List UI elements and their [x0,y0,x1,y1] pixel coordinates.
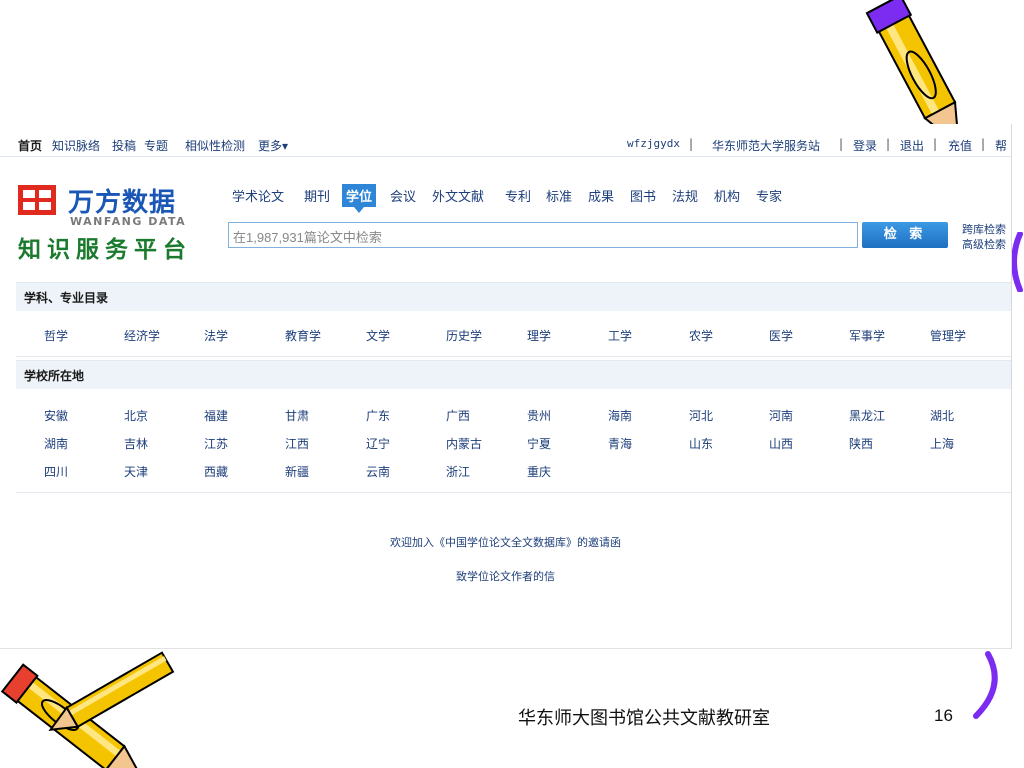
tab-institutions[interactable]: 机构 [714,184,740,207]
location-link[interactable]: 海南 [608,407,632,424]
nav-home[interactable]: 首页 [18,137,42,154]
location-link[interactable]: 辽宁 [366,435,390,452]
locations-section-header: 学校所在地 [16,360,1011,389]
subject-link[interactable]: 工学 [608,327,632,344]
location-link[interactable]: 甘肃 [285,407,309,424]
location-link[interactable]: 内蒙古 [446,435,482,452]
subject-link[interactable]: 理学 [527,327,551,344]
advanced-search-link[interactable]: 高级检索 [962,236,1006,252]
location-link[interactable]: 青海 [608,435,632,452]
location-link[interactable]: 浙江 [446,463,470,480]
wanfang-logo[interactable]: 万方数据 WANFANG DATA 知识服务平台 [18,182,218,264]
location-link[interactable]: 陕西 [849,435,873,452]
section-divider [16,492,1011,493]
logo-platform-name: 知识服务平台 [18,236,192,263]
help-link[interactable]: 帮 [995,137,1007,154]
location-link[interactable]: 广西 [446,407,470,424]
pencil-decoration-icon [0,651,175,768]
subject-link[interactable]: 文学 [366,327,390,344]
tab-conferences[interactable]: 会议 [390,184,416,207]
subject-link[interactable]: 农学 [689,327,713,344]
subject-link[interactable]: 军事学 [849,327,885,344]
location-link[interactable]: 山东 [689,435,713,452]
location-link[interactable]: 云南 [366,463,390,480]
tab-foreign-literature[interactable]: 外文文献 [432,184,484,207]
location-link[interactable]: 新疆 [285,463,309,480]
location-link[interactable]: 北京 [124,407,148,424]
logout-link[interactable]: 退出 [900,137,924,154]
login-link[interactable]: 登录 [853,137,877,154]
subject-link[interactable]: 法学 [204,327,228,344]
location-link[interactable]: 天津 [124,463,148,480]
location-link[interactable]: 吉林 [124,435,148,452]
search-input[interactable]: 在1,987,931篇论文中检索 [228,222,858,248]
tab-standards[interactable]: 标准 [546,184,572,207]
location-link[interactable]: 河北 [689,407,713,424]
subjects-section-header: 学科、专业目录 [16,282,1011,311]
slide-page-number: 16 [934,706,953,725]
nav-similarity-check[interactable]: 相似性检测 [185,137,245,154]
nav-more-dropdown[interactable]: 更多▾ [258,137,288,154]
tab-books[interactable]: 图书 [630,184,656,207]
tab-dissertations[interactable]: 学位 [342,184,377,213]
tab-patents[interactable]: 专利 [505,184,531,207]
location-link[interactable]: 宁夏 [527,435,551,452]
wanfang-logo-mark-icon [18,185,56,215]
section-divider [16,356,1011,357]
username: wfzjgydx [627,137,680,150]
tab-achievements[interactable]: 成果 [588,184,614,207]
location-link[interactable]: 河南 [769,407,793,424]
logo-chinese-name: 万方数据 [68,188,177,218]
subjects-heading: 学科、专业目录 [24,291,109,305]
nav-submission[interactable]: 投稿 [112,137,136,154]
service-station-link[interactable]: 华东师范大学服务站 [712,137,820,154]
logo-english-name: WANFANG DATA [70,215,187,228]
subject-link[interactable]: 历史学 [446,327,482,344]
locations-heading: 学校所在地 [24,369,85,383]
letter-to-authors-link[interactable]: 致学位论文作者的信 [0,568,1011,584]
decorative-arc-icon [973,651,998,719]
tab-academic-papers[interactable]: 学术论文 [232,184,284,207]
location-link[interactable]: 山西 [769,435,793,452]
location-link[interactable]: 重庆 [527,463,551,480]
cross-database-search-link[interactable]: 跨库检索 [962,221,1006,237]
location-link[interactable]: 湖南 [44,435,68,452]
location-link[interactable]: 广东 [366,407,390,424]
invitation-link[interactable]: 欢迎加入《中国学位论文全文数据库》的邀请函 [0,534,1011,550]
top-navigation-bar: 首页 知识脉络 投稿 专题 相似性检测 更多▾ wfzjgydx | 华东师范大… [0,134,1011,157]
recharge-link[interactable]: 充值 [948,137,972,154]
location-link[interactable]: 四川 [44,463,68,480]
location-link[interactable]: 安徽 [44,407,68,424]
tab-regulations[interactable]: 法规 [672,184,698,207]
nav-topics[interactable]: 专题 [144,137,168,154]
location-link[interactable]: 上海 [930,435,954,452]
nav-knowledge-context[interactable]: 知识脉络 [52,137,100,154]
location-link[interactable]: 贵州 [527,407,551,424]
slide-footer-text: 华东师大图书馆公共文献教研室 [518,708,770,729]
subject-link[interactable]: 管理学 [930,327,966,344]
wanfang-screenshot: 首页 知识脉络 投稿 专题 相似性检测 更多▾ wfzjgydx | 华东师范大… [0,124,1012,649]
location-link[interactable]: 黑龙江 [849,407,885,424]
location-link[interactable]: 江西 [285,435,309,452]
location-link[interactable]: 湖北 [930,407,954,424]
search-button[interactable]: 检 索 [862,222,948,248]
subject-link[interactable]: 经济学 [124,327,160,344]
subject-link[interactable]: 医学 [769,327,793,344]
location-link[interactable]: 江苏 [204,435,228,452]
location-link[interactable]: 福建 [204,407,228,424]
tab-journals[interactable]: 期刊 [304,184,330,207]
subject-link[interactable]: 教育学 [285,327,321,344]
subject-link[interactable]: 哲学 [44,327,68,344]
tab-experts[interactable]: 专家 [756,184,782,207]
location-link[interactable]: 西藏 [204,463,228,480]
